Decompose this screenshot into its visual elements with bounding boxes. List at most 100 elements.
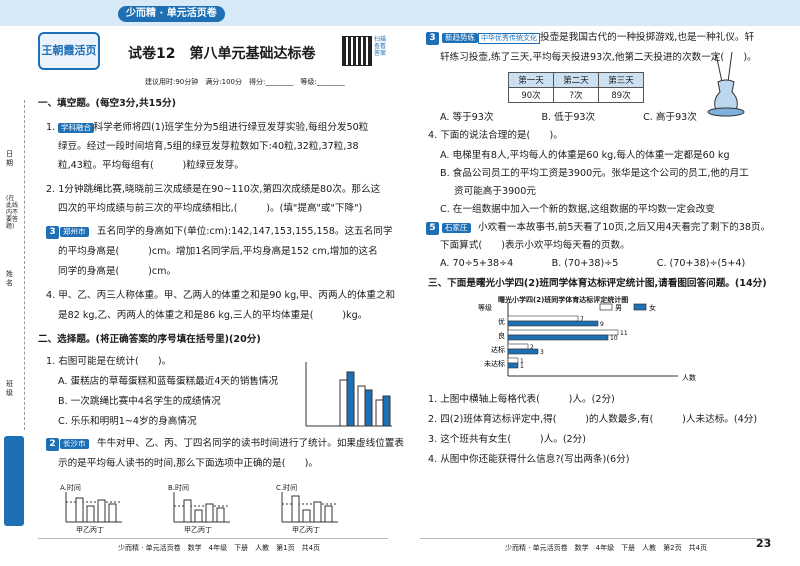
margin-label-date: 日期 <box>6 150 13 167</box>
table-header-day1: 第一天 <box>508 72 554 88</box>
s2-q2-line2: 示的是平均每人读书的时间,那么下面选项中正确的是( )。 <box>58 458 318 469</box>
pot-throwing-illustration <box>707 52 745 117</box>
bar-value-label: 11 <box>620 330 628 337</box>
legend-swatch <box>599 303 613 311</box>
logo-text: 王朝霞活页 <box>41 44 97 57</box>
footer-line-right <box>420 538 770 539</box>
s1-q3-line3: 同学的身高是( )cm。 <box>58 266 177 277</box>
r-q5-tag: 石家庄 <box>442 223 471 233</box>
s2-q1-b: B. 一次跳绳比赛中4名学生的成绩情况 <box>58 396 221 407</box>
table-header-day2: 第二天 <box>553 72 599 88</box>
s1-q1-line2: 绿豆。经过一段时间培育,5组的绿豆发芽粒数如下:40粒,32粒,37粒,38 <box>58 141 359 152</box>
section3-title: 三、下面是曙光小学四(2)班同学体育达标评定统计图,请看图回答问题。(14分) <box>428 278 767 289</box>
page-number: 23 <box>756 537 772 550</box>
r-q5-options: A. 70÷5+38÷4 B. (70+38)÷5 C. (70+38)÷(5+… <box>440 258 746 269</box>
s1-q3-line1: 五名同学的身高如下(单位:cm):142,147,153,155,158。这五名… <box>97 226 393 237</box>
r-q3-options: A. 等于93次 B. 低于93次 C. 高于93次 <box>440 112 697 123</box>
legend-label: 男 <box>615 304 622 312</box>
table-value-day3: 89次 <box>598 87 644 103</box>
r-q4-a: A. 电梯里有8人,平均每人的体重是60 kg,每人的体重一定都是60 kg <box>440 150 730 161</box>
section2-title: 二、选择题。(将正确答案的序号填在括号里)(20分) <box>38 334 261 345</box>
category-label: 良 <box>498 331 505 340</box>
bar <box>507 357 519 364</box>
bar <box>507 343 529 350</box>
s1-q4-line1: 4. 甲、乙、丙三人称体重。甲、乙两人的体重之和是90 kg,甲、丙两人的体重之… <box>46 290 396 301</box>
bar-value-label: 3 <box>540 349 544 356</box>
bar-value-label: 10 <box>610 335 618 342</box>
side-logo <box>4 436 24 526</box>
r-q5-number: 5 <box>426 222 439 235</box>
category-label: 达标 <box>491 345 505 354</box>
s1-q1-line3: 粒,43粒。平均每组有( )粒绿豆发芽。 <box>58 160 244 171</box>
page-title: 试卷12 第八单元基础达标卷 <box>128 46 316 62</box>
s2-q1: 1. 右图可能是在统计( )。 <box>46 356 172 367</box>
bar <box>507 348 539 355</box>
bar <box>507 320 599 327</box>
r-q5-line1: 小欢看一本故事书,前5天看了10页,之后又用4天看完了剩下的38页。 <box>478 222 771 233</box>
r-q3-table: 第一天 第二天 第三天 90次 ?次 89次 <box>508 72 644 103</box>
series-badge: 少而精 · 单元活页卷 <box>118 6 225 22</box>
r-q5-line2: 下面算式( )表示小欢平均每天看的页数。 <box>440 240 630 251</box>
r-q4: 4. 下面的说法合理的是( )。 <box>428 130 563 141</box>
margin-label-name: 姓名 <box>6 270 13 287</box>
s2-q2-line1: 牛牛对甲、乙、丙、丁四名同学的读书时间进行了统计。如果虚线位置表 <box>97 438 404 449</box>
r-q4-b2: 资可能高于3900元 <box>454 186 536 197</box>
bar-value-label: 1 <box>520 363 524 370</box>
s2-q1-c: C. 乐乐和明明1~4岁的身高情况 <box>58 416 197 427</box>
s3-q3: 3. 这个班共有女生( )人。(2分) <box>428 434 586 445</box>
s1-q1-line1: 1. 科学老师将四(1)班学生分为5组进行绿豆发芽实验,每组分发50粒 <box>46 122 369 133</box>
logo: 王朝霞活页 <box>38 32 100 70</box>
s3-q4: 4. 从图中你还能获得什么信息?(写出两条)(6分) <box>428 454 630 465</box>
margin-label-class: 班级 <box>6 380 13 397</box>
legend-swatch <box>633 303 647 311</box>
s1-q1-tag: 学科融合 <box>58 123 94 133</box>
bar-value-label: 9 <box>600 321 604 328</box>
stat-chart: 等级人数男 女优 79良 1110达标 23未达标 11 <box>478 302 696 382</box>
category-label: 优 <box>498 317 505 326</box>
section1-title: 一、填空题。(每空3分,共15分) <box>38 98 176 109</box>
footer-line-left <box>38 538 388 539</box>
margin-label-notice: (在此线内不要答题) <box>6 195 19 230</box>
s2-opt-a-chart <box>65 492 122 523</box>
s1-q3-line2: 的平均身高是( )cm。增加1名同学后,平均身高是152 cm,增加的这名 <box>58 246 378 257</box>
bar <box>507 329 619 336</box>
r-q3-number: 3 <box>426 32 439 45</box>
table-value-day2: ?次 <box>553 87 599 103</box>
chart-xlabel: 人数 <box>682 373 696 382</box>
footer-right: 少而精 · 单元活页卷 数学 4年级 下册 人教 第2页 共4页 <box>505 544 708 552</box>
series-title: 少而精 · 单元活页卷 <box>126 8 217 19</box>
s2-opt-b-chart <box>173 492 230 523</box>
footer-left: 少而精 · 单元活页卷 数学 4年级 下册 人教 第1页 共4页 <box>118 544 321 552</box>
r-q4-b1: B. 食品公司员工的平均工资是3900元。张华是这个公司的员工,他的月工 <box>440 168 749 179</box>
qr-label: 扫描查看答案 <box>374 36 387 57</box>
r-q3-line1: 投壶是我国古代的一种投掷游戏,也是一种礼仪。轩 <box>540 32 755 43</box>
r-q4-c: C. 在一组数据中加入一个新的数据,这组数据的平均数一定会改变 <box>440 204 715 215</box>
s2-opt-c-axis: 甲乙丙丁 <box>292 526 320 534</box>
s3-q1: 1. 上图中横轴上每格代表( )人。(2分) <box>428 394 615 405</box>
r-q3-tag2: 中华优秀传统文化 <box>478 33 540 44</box>
bar <box>507 334 609 341</box>
table-header-day3: 第三天 <box>598 72 644 88</box>
s1-q2-line1: 2. 1分钟跳绳比赛,晓晓前三次成绩是在90~110次,第四次成绩是80次。那么… <box>46 184 381 195</box>
s3-q2: 2. 四(2)班体育达标评定中,得( )的人数最多,有( )人未达标。(4分) <box>428 414 758 425</box>
bar <box>507 315 579 322</box>
left-margin-line <box>24 100 25 430</box>
table-value-day1: 90次 <box>508 87 554 103</box>
s1-q4-line2: 是82 kg,乙、丙两人的体重之和是86 kg,三人的平均体重是( )kg。 <box>58 310 368 321</box>
s1-q3-number: 3 <box>46 226 59 239</box>
test-info: 建议用时:90分钟 满分:100分 得分:________ 等级:_______… <box>145 78 345 86</box>
s2-q2-number: 2 <box>46 438 59 451</box>
chart-ylabel: 等级 <box>478 303 492 312</box>
s2-opt-b-axis: 甲乙丙丁 <box>184 526 212 534</box>
bar <box>507 362 519 369</box>
legend-label: 女 <box>649 303 656 312</box>
category-label: 未达标 <box>484 359 505 368</box>
s2-q1-chart <box>305 362 392 427</box>
s2-opt-c-chart <box>281 492 338 523</box>
r-q3-tag: 新趋势练 <box>442 33 478 43</box>
s1-q3-tag: 郑州市 <box>60 227 89 237</box>
s2-opt-a-axis: 甲乙丙丁 <box>76 526 104 534</box>
s2-q1-a: A. 蛋糕店的草莓蛋糕和蓝莓蛋糕最近4天的销售情况 <box>58 376 279 387</box>
s1-q2-line2: 四次的平均成绩与前三次的平均成绩相比,( )。(填"提高"或"下降") <box>58 203 363 214</box>
qr-code <box>342 36 372 66</box>
